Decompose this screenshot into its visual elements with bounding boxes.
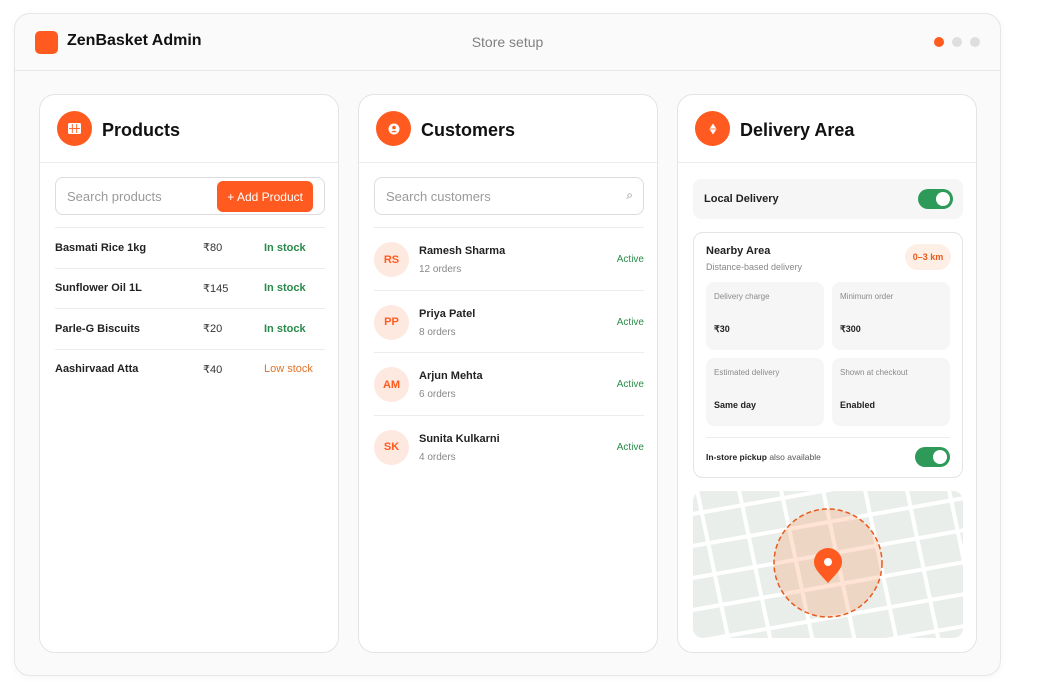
step-dot-active[interactable] — [934, 37, 944, 47]
minimum-order-tile[interactable]: Minimum order ₹300 — [832, 282, 950, 350]
customers-title: Customers — [421, 120, 516, 140]
delivery-title: Delivery Area — [740, 120, 855, 140]
customer-orders: 8 orders — [419, 326, 456, 338]
customers-header: Customers — [359, 95, 657, 163]
customer-name: Sunita Kulkarni — [419, 432, 500, 445]
delivery-charge-tile[interactable]: Delivery charge ₹30 — [706, 282, 824, 350]
title-bar: ZenBasket Admin Store setup — [15, 14, 1000, 71]
product-price: ₹80 — [203, 242, 223, 255]
customer-row[interactable]: SK Sunita Kulkarni 4 orders Active — [374, 414, 644, 478]
customer-search: ⌕ — [374, 177, 644, 215]
products-header: Products — [40, 95, 338, 163]
pickup-toggle[interactable] — [915, 447, 950, 467]
grid-icon — [57, 111, 92, 146]
product-search-input[interactable] — [67, 178, 217, 214]
customers-card: Customers ⌕ RS Ramesh Sharma 12 orders Acti… — [358, 94, 658, 653]
pickup-text: In-store pickup also available — [706, 452, 821, 462]
avatar: PP — [374, 304, 409, 340]
customer-row[interactable]: PP Priya Patel 8 orders Active — [374, 289, 644, 353]
tile-value: ₹300 — [840, 324, 861, 334]
tile-label: Estimated delivery — [714, 368, 780, 377]
tile-label: Shown at checkout — [840, 368, 908, 377]
customer-status: Active — [616, 316, 644, 328]
local-delivery-label: Local Delivery — [704, 193, 779, 205]
stock-status: Low stock — [264, 363, 313, 376]
stock-status: In stock — [264, 282, 306, 295]
local-delivery-toggle[interactable] — [918, 189, 953, 209]
product-name: Aashirvaad Atta — [55, 363, 139, 376]
customer-row[interactable]: RS Ramesh Sharma 12 orders Active — [374, 227, 644, 290]
product-row[interactable]: Aashirvaad Atta ₹40 Low stock — [55, 348, 325, 390]
divider — [706, 437, 950, 438]
tile-value: ₹30 — [714, 324, 730, 334]
estimated-delivery-tile[interactable]: Estimated delivery Same day — [706, 358, 824, 426]
window-subtitle: Store setup — [471, 34, 544, 50]
product-price: ₹20 — [203, 323, 223, 336]
customer-list: RS Ramesh Sharma 12 orders Active PP Priya Pa… — [374, 227, 644, 477]
tile-value: Same day — [714, 400, 757, 410]
product-row[interactable]: Sunflower Oil 1L ₹145 In stock — [55, 267, 325, 309]
customer-row[interactable]: AM Arjun Mehta 6 orders Active — [374, 352, 644, 415]
tile-value: Enabled — [840, 400, 876, 410]
nearby-area-title: Nearby Area — [706, 245, 771, 257]
user-icon — [376, 111, 411, 146]
product-name: Parle-G Biscuits — [55, 322, 140, 335]
nearby-area-panel: Nearby Area Distance-based delivery 0–3 … — [693, 232, 963, 478]
product-search: + Add Product — [55, 177, 325, 215]
step-dot[interactable] — [970, 37, 980, 47]
tile-label: Minimum order — [840, 292, 894, 301]
customer-orders: 12 orders — [419, 264, 462, 275]
nearby-area-subtitle: Distance-based delivery — [706, 262, 803, 272]
customer-name: Ramesh Sharma — [419, 245, 506, 257]
pickup-label: In-store pickup — [706, 452, 767, 462]
products-card: Products + Add Product Basmati Rice 1kg ₹… — [39, 94, 339, 653]
window-dots — [934, 37, 980, 47]
add-product-button[interactable]: + Add Product — [217, 181, 313, 212]
delivery-header: Delivery Area — [678, 95, 976, 163]
product-price: ₹145 — [203, 282, 229, 295]
customer-orders: 6 orders — [419, 389, 456, 400]
step-dot[interactable] — [952, 37, 962, 47]
customer-search-input[interactable] — [386, 178, 606, 214]
customer-status: Active — [616, 379, 644, 390]
stock-status: In stock — [264, 322, 306, 335]
pickup-note: also available — [769, 452, 821, 462]
products-title: Products — [102, 120, 181, 140]
customer-status: Active — [616, 254, 644, 265]
local-delivery-row: Local Delivery — [693, 179, 963, 219]
customer-name: Arjun Mehta — [419, 370, 483, 382]
avatar: SK — [374, 429, 409, 465]
shown-at-checkout-tile[interactable]: Shown at checkout Enabled — [832, 358, 950, 426]
customer-name: Priya Patel — [419, 307, 476, 320]
location-icon — [695, 111, 730, 146]
stock-status: In stock — [264, 241, 306, 254]
product-list: Basmati Rice 1kg ₹80 In stock Sunflower Oil… — [55, 227, 325, 389]
delivery-map[interactable] — [693, 491, 963, 638]
avatar: RS — [374, 242, 409, 277]
range-badge[interactable]: 0–3 km — [905, 244, 951, 270]
customer-status: Active — [616, 441, 644, 453]
delivery-card: Delivery Area Local Delivery Nearby Area… — [677, 94, 977, 653]
tile-label: Delivery charge — [714, 292, 770, 301]
product-price: ₹40 — [203, 363, 223, 376]
customer-orders: 4 orders — [419, 451, 456, 463]
search-icon[interactable]: ⌕ — [626, 188, 633, 203]
product-name: Basmati Rice 1kg — [55, 241, 147, 254]
product-name: Sunflower Oil 1L — [55, 282, 142, 295]
app-window: ZenBasket Admin Store setup Products + A… — [14, 13, 1001, 676]
avatar: AM — [374, 367, 409, 402]
product-row[interactable]: Parle-G Biscuits ₹20 In stock — [55, 308, 325, 349]
product-row[interactable]: Basmati Rice 1kg ₹80 In stock — [55, 227, 325, 268]
